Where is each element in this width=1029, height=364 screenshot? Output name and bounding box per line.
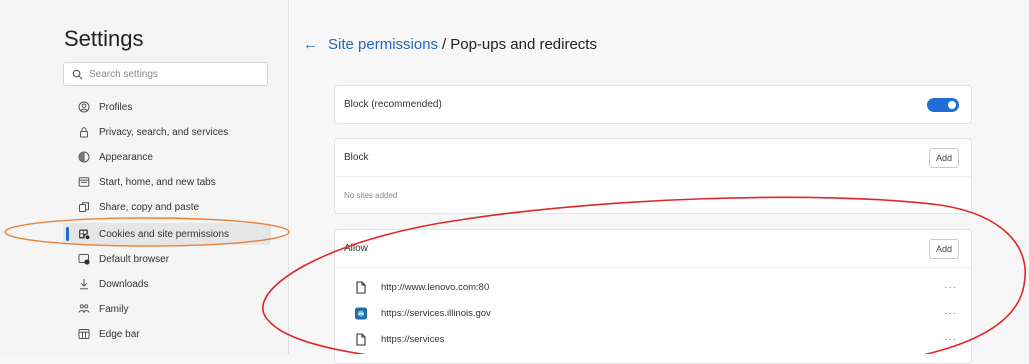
sidebar-item-start-home[interactable]: Start, home, and new tabs (63, 171, 271, 193)
sidebar-item-label: Cookies and site permissions (99, 228, 230, 240)
sidebar-item-label: Edge bar (99, 328, 140, 340)
list-item[interactable]: http://www.lenovo.com:80 ··· (335, 274, 971, 300)
block-card: Block Add No sites added (334, 138, 972, 214)
sidebar-item-privacy[interactable]: Privacy, search, and services (63, 121, 271, 143)
sidebar-item-cookies[interactable]: Cookies and site permissions (63, 223, 271, 245)
page-icon (354, 280, 367, 294)
sidebar-item-family[interactable]: Family (63, 298, 271, 320)
search-icon (72, 69, 83, 79)
sidebar-item-label: Appearance (99, 151, 153, 163)
default-browser-icon (78, 253, 90, 265)
allow-add-button[interactable]: Add (929, 238, 959, 259)
cookies-icon (78, 228, 90, 240)
breadcrumb-separator: / (442, 36, 447, 53)
search-input[interactable] (89, 68, 259, 80)
allow-section-title: Allow (344, 243, 368, 254)
sidebar-item-label: Family (99, 303, 129, 315)
edge-bar-icon (78, 328, 90, 340)
block-add-button[interactable]: Add (929, 147, 959, 168)
share-icon (78, 201, 90, 213)
sidebar-item-label: Default browser (99, 253, 170, 265)
search-box[interactable] (63, 62, 268, 86)
arrow-left-icon[interactable]: ← (303, 36, 318, 53)
profile-icon (78, 101, 90, 113)
sidebar-item-label: Share, copy and paste (99, 201, 200, 213)
lock-icon (78, 126, 90, 138)
family-icon (78, 303, 90, 315)
settings-title: Settings (64, 26, 144, 51)
list-item[interactable]: https://services ··· (335, 326, 971, 352)
breadcrumb-site-permissions-link[interactable]: Site permissions (328, 36, 438, 53)
list-item[interactable]: https://services.illinois.gov ··· (335, 300, 971, 326)
sidebar-item-profiles[interactable]: Profiles (63, 96, 271, 118)
sidebar-item-edge-bar[interactable]: Edge bar (63, 323, 271, 345)
sidebar-item-appearance[interactable]: Appearance (63, 146, 271, 168)
sidebar-item-label: Downloads (99, 278, 149, 290)
home-tabs-icon (78, 176, 90, 188)
sidebar-item-label: Start, home, and new tabs (99, 176, 216, 188)
more-options-button[interactable]: ··· (944, 334, 957, 345)
block-recommended-toggle[interactable] (927, 97, 959, 112)
site-favicon-icon (354, 307, 367, 320)
allow-card: Allow Add http://www.lenovo.com:80 ··· h… (334, 229, 972, 364)
breadcrumb: ← Site permissions / Pop-ups and redirec… (303, 36, 597, 53)
site-url: http://www.lenovo.com:80 (381, 281, 490, 293)
block-recommended-card: Block (recommended) (334, 85, 972, 124)
more-options-button[interactable]: ··· (944, 282, 957, 293)
page-title: Pop-ups and redirects (450, 36, 597, 53)
site-url: https://services.illinois.gov (381, 307, 491, 319)
sidebar-item-downloads[interactable]: Downloads (63, 273, 271, 295)
sidebar-item-share[interactable]: Share, copy and paste (63, 196, 271, 218)
sidebar-item-default-browser[interactable]: Default browser (63, 248, 271, 270)
sidebar-item-label: Privacy, search, and services (99, 126, 229, 138)
settings-sidebar: Settings Profiles Privacy, search, and s… (0, 0, 289, 354)
site-url: https://services (381, 333, 445, 345)
more-options-button[interactable]: ··· (944, 308, 957, 319)
page-icon (354, 332, 367, 346)
block-empty-text: No sites added (344, 191, 398, 200)
sidebar-item-label: Profiles (99, 101, 133, 113)
block-recommended-label: Block (recommended) (344, 99, 442, 110)
appearance-icon (78, 151, 90, 163)
download-icon (78, 278, 90, 290)
block-section-title: Block (344, 152, 369, 163)
